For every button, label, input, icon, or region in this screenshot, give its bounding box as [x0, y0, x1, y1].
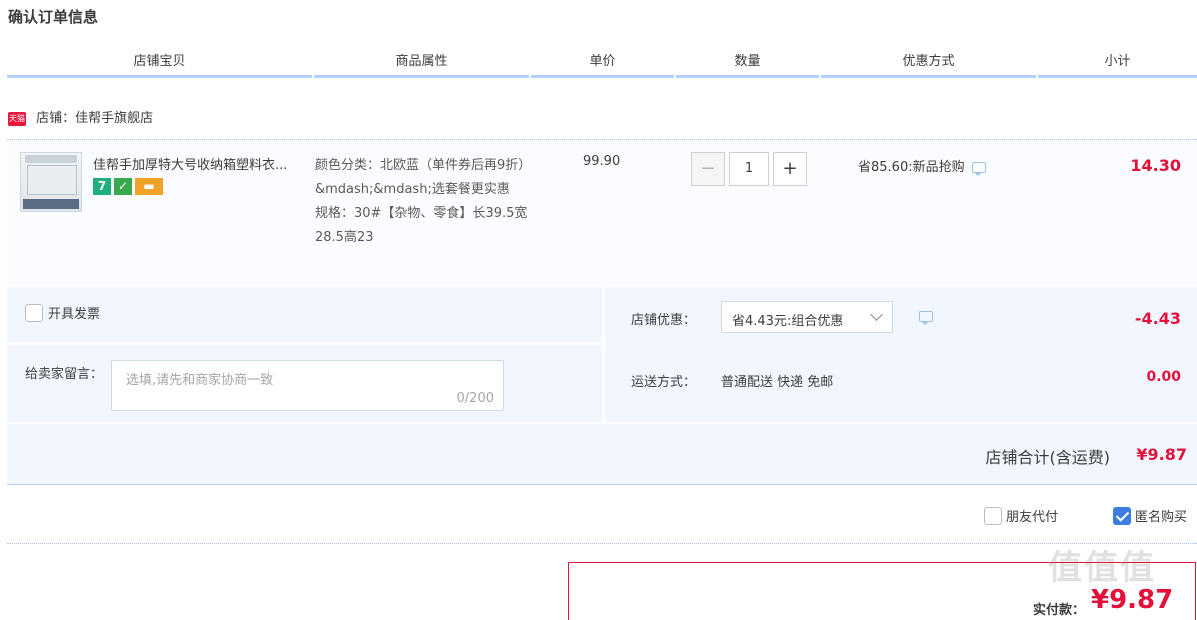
shop-row: 天猫 店铺：佳帮手旗舰店	[8, 110, 153, 128]
promotion: 省85.60:新品抢购	[858, 156, 986, 176]
shipping-label: 运送方式：	[631, 375, 697, 390]
increase-button[interactable]: +	[773, 152, 807, 186]
service-badges: 7 ✓ ▬	[93, 178, 166, 196]
comment-icon[interactable]	[919, 311, 933, 325]
message-placeholder: 选填,请先和商家协商一致	[126, 373, 274, 388]
payment-label: 实付款：	[1033, 603, 1086, 618]
anonymous-option[interactable]: 匿名购买	[1113, 506, 1187, 525]
message-textarea[interactable]: 选填,请先和商家协商一致 0/200	[111, 360, 504, 411]
page-title: 确认订单信息	[8, 8, 99, 26]
discount-select[interactable]: 省4.43元:组合优惠	[721, 301, 893, 333]
message-label: 给卖家留言：	[25, 367, 104, 382]
product-thumbnail[interactable]	[20, 152, 82, 212]
discount-label: 店铺优惠：	[631, 313, 697, 328]
chevron-down-icon	[870, 308, 883, 321]
decrease-button[interactable]: −	[691, 152, 725, 186]
order-item: 佳帮手加厚特大号收纳箱塑料衣... 7 ✓ ▬ 颜色分类：北欧蓝（单件券后再9折）&…	[7, 140, 1197, 285]
tmall-icon: 天猫	[8, 112, 26, 126]
friend-pay-checkbox[interactable]	[984, 506, 1002, 525]
shop-total-value: ¥9.87	[1136, 445, 1187, 464]
promotion-text: 省85.60:新品抢购	[858, 160, 965, 175]
invoice-checkbox[interactable]	[25, 303, 43, 322]
product-name[interactable]: 佳帮手加厚特大号收纳箱塑料衣...	[93, 154, 311, 173]
credit-card-icon: ▬	[135, 178, 163, 195]
shipping-method: 普通配送 快递 免邮	[721, 375, 834, 390]
column-shop-item: 店铺宝贝	[7, 52, 312, 78]
product-attributes: 颜色分类：北欧蓝（单件券后再9折）&mdash;&mdash;选套餐更实惠 规格…	[315, 154, 530, 250]
column-subtotal: 小计	[1038, 52, 1197, 78]
comment-icon[interactable]	[971, 162, 986, 176]
watermark-logo: 值值值	[1048, 548, 1156, 588]
unit-price: 99.90	[583, 154, 621, 169]
divider	[7, 543, 1197, 544]
attr-spec: 规格：30#【杂物、零食】长39.5宽28.5高23	[315, 206, 528, 245]
assurance-icon: ✓	[114, 178, 132, 195]
column-discount: 优惠方式	[821, 52, 1036, 78]
quantity-input[interactable]: 1	[729, 152, 769, 186]
shop-total-label: 店铺合计(含运费)	[985, 448, 1111, 467]
column-quantity: 数量	[676, 52, 819, 78]
payment-value: ¥9.87	[1091, 585, 1174, 615]
shop-name[interactable]: 店铺：佳帮手旗舰店	[36, 111, 153, 126]
shipping-value: 0.00	[1146, 369, 1181, 385]
order-extras: 开具发票 给卖家留言： 选填,请先和商家协商一致 0/200 店铺优惠： 省4.…	[7, 287, 1197, 422]
item-subtotal: 14.30	[1130, 156, 1181, 175]
discount-value: -4.43	[1134, 309, 1181, 328]
column-attributes: 商品属性	[314, 52, 529, 78]
column-header: 店铺宝贝 商品属性 单价 数量 优惠方式 小计	[7, 52, 1197, 78]
message-char-count: 0/200	[456, 391, 494, 406]
discount-selected: 省4.43元:组合优惠	[732, 314, 844, 329]
attr-color: 颜色分类：北欧蓝（单件券后再9折）&mdash;&mdash;选套餐更实惠	[315, 158, 525, 197]
anonymous-label: 匿名购买	[1135, 510, 1188, 525]
friend-pay-option[interactable]: 朋友代付	[984, 506, 1058, 525]
invoice-option[interactable]: 开具发票	[25, 303, 100, 322]
friend-pay-label: 朋友代付	[1006, 510, 1059, 525]
anonymous-checkbox[interactable]	[1113, 506, 1131, 525]
column-unit-price: 单价	[531, 52, 674, 78]
seven-day-return-icon: 7	[93, 178, 111, 195]
shop-total-row: 店铺合计(含运费) ¥9.87	[7, 424, 1197, 485]
invoice-label: 开具发票	[48, 307, 101, 322]
